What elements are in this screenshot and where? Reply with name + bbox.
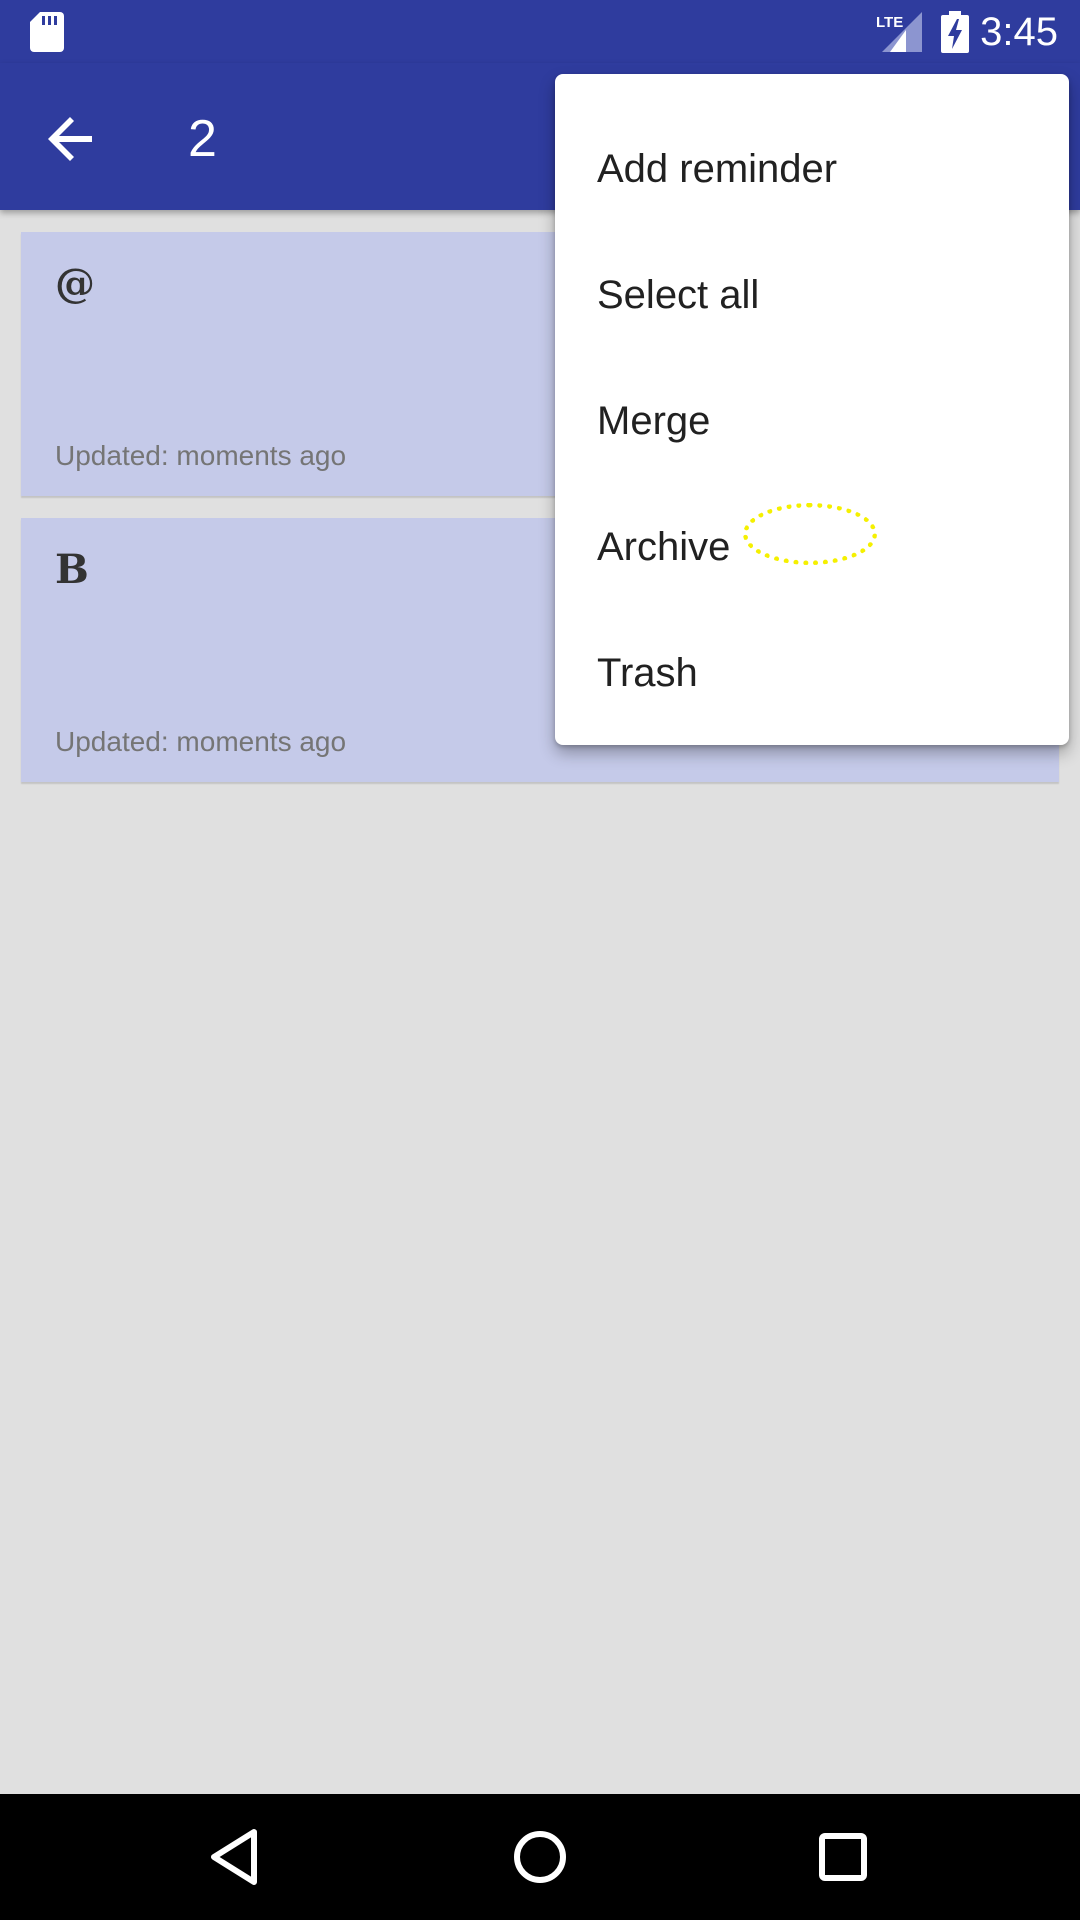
overflow-menu: Add reminder Select all Merge Archive Tr… [555, 74, 1069, 745]
battery-charging-icon [941, 11, 969, 53]
lte-label: LTE [876, 14, 903, 31]
menu-item-select-all[interactable]: Select all [555, 232, 1069, 358]
navigation-bar [0, 1794, 1080, 1920]
menu-item-add-reminder[interactable]: Add reminder [555, 106, 1069, 232]
menu-item-trash[interactable]: Trash [555, 610, 1069, 736]
menu-item-archive[interactable]: Archive [555, 484, 1069, 610]
back-triangle-icon[interactable] [202, 1822, 272, 1892]
home-circle-icon[interactable] [505, 1822, 575, 1892]
lte-signal-icon: LTE [876, 12, 922, 52]
note-updated-text: Updated: moments ago [55, 440, 347, 471]
note-title: B [55, 546, 89, 593]
sd-card-icon [30, 12, 64, 52]
note-title: @ [55, 260, 95, 307]
note-updated-text: Updated: moments ago [55, 726, 347, 757]
selected-count: 2 [188, 110, 217, 168]
status-clock: 3:45 [980, 10, 1058, 54]
menu-item-merge[interactable]: Merge [555, 358, 1069, 484]
recents-square-icon[interactable] [808, 1822, 878, 1892]
status-bar: LTE 3:45 [0, 0, 1080, 63]
arrow-back-icon[interactable] [44, 111, 100, 167]
